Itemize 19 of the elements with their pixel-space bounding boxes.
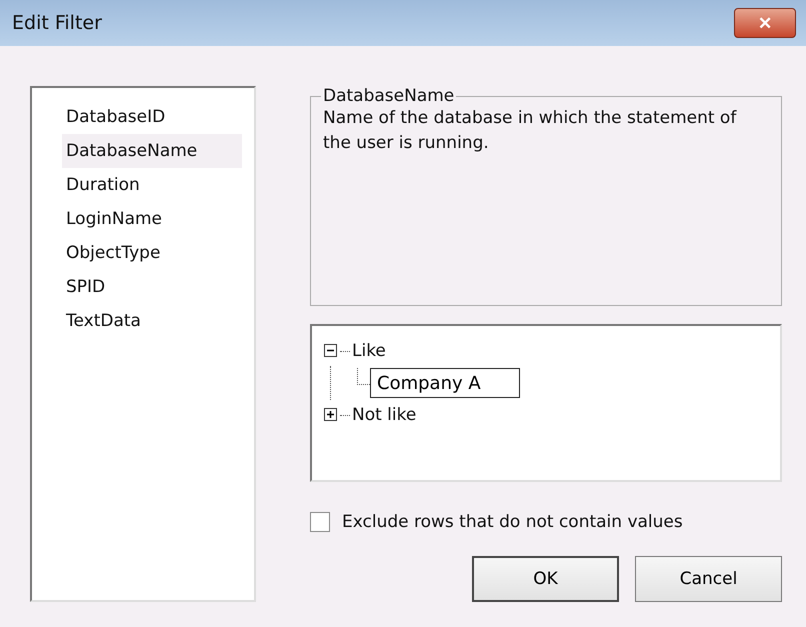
description-text: Name of the database in which the statement of the user is running. [323, 107, 738, 155]
value-input[interactable]: Company A [370, 368, 520, 398]
checkbox-label: Exclude rows that do not contain values [342, 512, 683, 532]
expand-icon[interactable] [324, 408, 338, 422]
checkbox[interactable] [310, 512, 330, 532]
tree-node[interactable]: Not like [352, 405, 416, 425]
list-item[interactable]: LoginName [62, 202, 242, 236]
collapse-icon[interactable] [324, 344, 338, 358]
tree-node[interactable]: Like [352, 341, 386, 361]
window-title: Edit Filter [12, 12, 102, 34]
list-item[interactable]: Duration [62, 168, 242, 202]
cancel-button[interactable]: Cancel [635, 556, 782, 602]
group-title: DatabaseName [322, 86, 456, 106]
ok-button[interactable]: OK [472, 556, 619, 602]
list-item[interactable]: SPID [62, 270, 242, 304]
list-item[interactable]: TextData [62, 304, 242, 338]
list-item[interactable]: DatabaseName [62, 134, 242, 168]
list-item[interactable]: ObjectType [62, 236, 242, 270]
list-item[interactable]: DatabaseID [62, 100, 242, 134]
